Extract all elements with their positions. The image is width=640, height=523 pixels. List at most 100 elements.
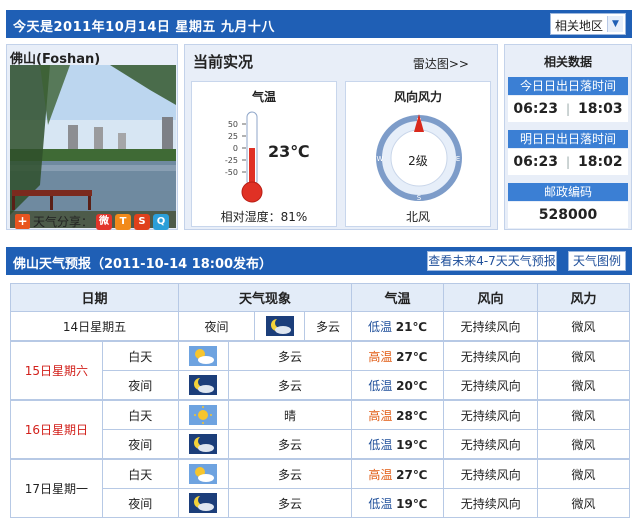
scale-tick: 25	[228, 132, 238, 141]
temp-cell: 低温 19℃	[351, 488, 445, 518]
moon-cloud-icon	[254, 311, 305, 341]
scale-tick: -25	[225, 156, 238, 165]
temp-cell: 低温 21℃	[351, 311, 444, 341]
postcode-header: 邮政编码	[508, 183, 628, 201]
col-wind-power: 风力	[537, 283, 630, 312]
moon-cloud-icon	[177, 429, 229, 459]
chevron-down-icon[interactable]: ▼	[607, 16, 623, 32]
weather-cell: 多云	[227, 341, 353, 371]
temp-value: 19℃	[396, 437, 428, 452]
temp-value: 27℃	[396, 467, 428, 482]
city-panel: 佛山(Foshan) + 天气分享： 微 T S Q	[6, 44, 178, 230]
table-row: 15日星期六 白天 多云 高温 27℃ 无持续风向 微风	[10, 341, 630, 400]
radar-link[interactable]: 雷达图>>	[413, 55, 469, 72]
weather-legend-button[interactable]: 天气图例	[568, 251, 626, 271]
temp-value: 27℃	[396, 349, 428, 364]
day-cell: 14日星期五	[10, 311, 179, 341]
wind-power-cell: 微风	[537, 488, 630, 518]
temp-value: 20℃	[396, 378, 428, 393]
temperature-box: 气温 50 25 0 -25 -50 23℃ 相对湿度：81%	[191, 81, 337, 227]
wind-box: 风向风力 N E S W 2级 北风	[345, 81, 491, 227]
period-cell: 白天	[101, 341, 179, 371]
day-cell: 16日星期日	[10, 400, 103, 459]
today-sun-times: 06:23 | 18:03	[508, 96, 628, 122]
date-bar: 今天是2011年10月14日 星期五 九月十八 相关地区 ▼	[6, 10, 632, 38]
wind-dir-cell: 无持续风向	[443, 459, 539, 489]
temp-label: 高温	[368, 349, 393, 364]
temp-value: 28℃	[396, 408, 428, 423]
tencent-icon[interactable]: T	[115, 213, 132, 230]
weather-cell: 多云	[227, 488, 353, 518]
moon-cloud-icon	[177, 488, 229, 518]
plus-icon[interactable]: +	[15, 214, 30, 229]
temp-cell: 低温 20℃	[351, 370, 445, 400]
period-cell: 夜间	[178, 311, 255, 341]
current-temperature: 23℃	[268, 142, 310, 161]
related-title: 相关数据	[543, 55, 592, 69]
temp-label: 低温	[368, 378, 393, 393]
table-header-row: 日期 天气现象 气温 风向 风力	[10, 283, 630, 312]
forecast-title: 佛山天气预报（2011-10-14 18:00发布）	[13, 257, 273, 272]
forecast-table-15: 15日星期六 白天 多云 高温 27℃ 无持续风向 微风 夜间 多云 低温 20…	[10, 341, 630, 400]
forecast-table: 日期 天气现象 气温 风向 风力 14日星期五 夜间 多云 低温 21℃ 无持续…	[10, 283, 630, 341]
temp-cell: 高温 27℃	[351, 459, 445, 489]
related-data-panel: 相关数据 今日日出日落时间 06:23 | 18:03 明日日出日落时间 06:23…	[504, 44, 632, 230]
sohu-icon[interactable]: S	[134, 213, 151, 230]
qzone-icon[interactable]: Q	[153, 213, 170, 230]
date-text: 今天是2011年10月14日 星期五 九月十八	[13, 20, 275, 35]
temp-value: 21℃	[395, 319, 428, 334]
wind-dir-cell: 无持续风向	[443, 311, 538, 341]
sun-icon	[177, 400, 229, 430]
col-wind-dir: 风向	[443, 283, 538, 312]
wind-power-cell: 微风	[537, 400, 630, 430]
col-date: 日期	[10, 283, 179, 312]
current-conditions-panel: 当前实况 雷达图>> 气温 50 25 0 -25 -50 23℃ 相对湿度：8…	[184, 44, 498, 230]
region-select-label: 相关地区	[555, 19, 604, 33]
temp-label: 低温	[368, 437, 393, 452]
temp-label: 高温	[368, 408, 393, 423]
temp-value: 19℃	[396, 496, 428, 511]
forecast-bar: 佛山天气预报（2011-10-14 18:00发布） 查看未来4-7天天气预报 …	[6, 247, 632, 275]
compass-s: S	[417, 194, 422, 202]
weather-cell: 多云	[227, 459, 353, 489]
today-sunset: 18:03	[578, 101, 623, 117]
weather-cell: 多云	[227, 370, 353, 400]
wind-power-cell: 微风	[537, 459, 630, 489]
wind-dir-cell: 无持续风向	[443, 370, 539, 400]
tomorrow-sunset: 18:02	[578, 154, 623, 170]
wind-direction: 北风	[405, 210, 430, 224]
temp-cell: 高温 27℃	[351, 341, 445, 371]
temp-cell: 低温 19℃	[351, 429, 445, 459]
scale-tick: 50	[228, 120, 238, 129]
wind-level: 2级	[408, 154, 428, 168]
col-temp: 气温	[351, 283, 444, 312]
temp-label: 高温	[368, 467, 393, 482]
humidity: 相对湿度：81%	[220, 210, 308, 224]
wind-power-cell: 微风	[537, 341, 630, 371]
col-weather: 天气现象	[178, 283, 352, 312]
view-more-forecast-button[interactable]: 查看未来4-7天天气预报	[427, 251, 557, 271]
day-cell: 17日星期一	[10, 459, 103, 518]
sun-cloud-icon	[177, 341, 229, 371]
temp-label: 低温	[367, 319, 392, 334]
share-row: + 天气分享： 微 T S Q	[15, 213, 170, 230]
postcode: 528000	[508, 202, 628, 228]
wind-power-cell: 微风	[537, 429, 630, 459]
today-sun-header: 今日日出日落时间	[508, 77, 628, 95]
wind-dir-cell: 无持续风向	[443, 429, 539, 459]
table-row: 夜间 多云 低温 20℃ 无持续风向 微风	[11, 370, 630, 400]
city-photo	[10, 65, 176, 228]
weather-cell: 多云	[227, 429, 353, 459]
thermometer-icon: 50 25 0 -25 -50	[225, 111, 263, 203]
temp-label: 低温	[368, 496, 393, 511]
region-select[interactable]: 相关地区 ▼	[550, 13, 626, 35]
forecast-table-17: 17日星期一 白天 多云 高温 27℃ 无持续风向 微风 夜间 多云 低温 19…	[10, 459, 630, 518]
wind-power-cell: 微风	[537, 370, 630, 400]
day-cell: 15日星期六	[10, 341, 103, 400]
weibo-icon[interactable]: 微	[96, 213, 113, 230]
forecast-table-16: 16日星期日 白天 晴 高温 28℃ 无持续风向 微风 夜间 多云 低温 19℃…	[10, 400, 630, 459]
tomorrow-sunrise: 06:23	[513, 154, 558, 170]
weather-cell: 多云	[304, 311, 352, 341]
table-row: 17日星期一 白天 多云 高温 27℃ 无持续风向 微风	[10, 459, 630, 518]
scale-tick: -50	[225, 168, 238, 177]
